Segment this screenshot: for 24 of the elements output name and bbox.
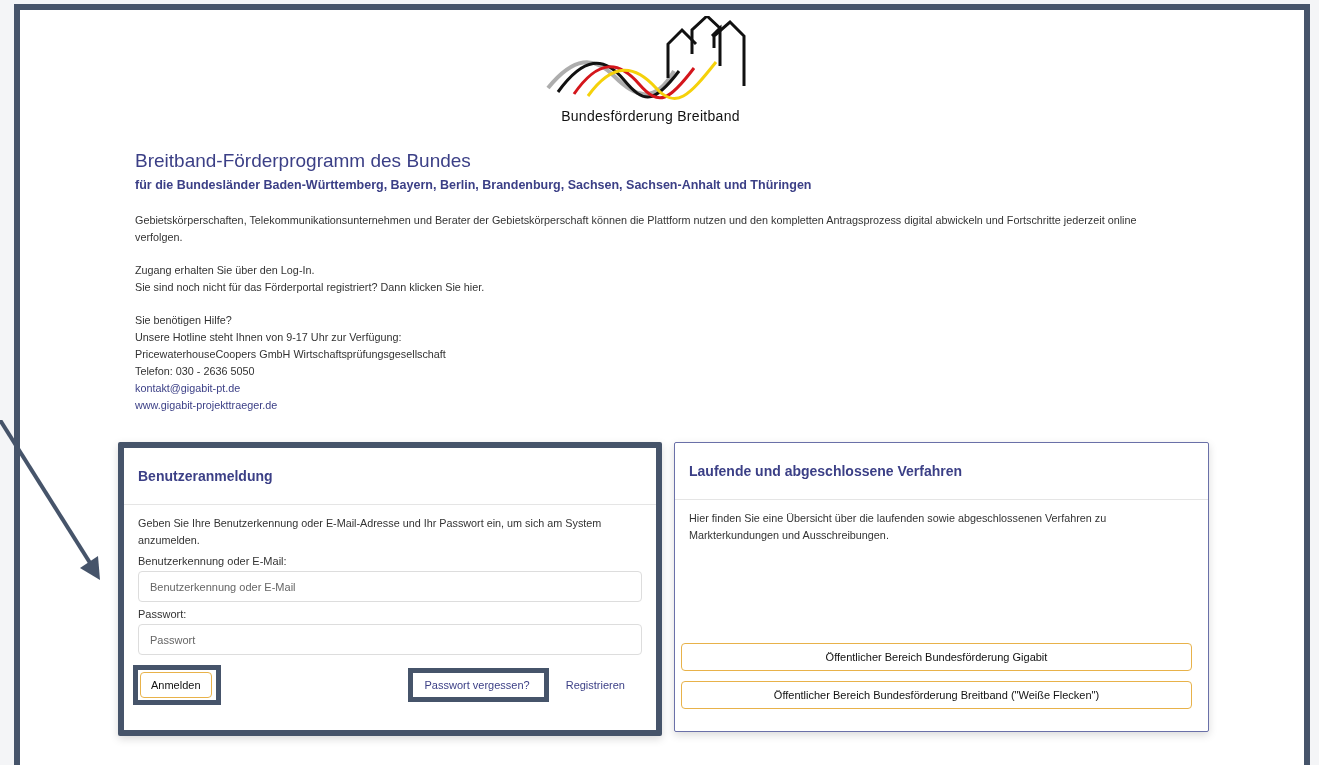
page-title: Breitband-Förderprogramm des Bundes [135,150,472,172]
login-button[interactable]: Anmelden [140,672,212,698]
public-area-button[interactable]: Öffentlicher Bereich Bundesförderung Breitband ("Weiße Flecken") [681,681,1192,709]
logo-text: Bundesförderung Breitband [561,108,740,124]
field-label: Passwort: [138,608,187,620]
info-text: Sie benötigen Hilfe? [135,313,232,328]
link[interactable]: Registrieren [555,675,635,695]
card-description: Geben Sie Ihre Benutzerkennung oder E-Mail-Adresse und Ihr Passwort ein, um sich am System anzumelden. [138,516,603,548]
public-area-button[interactable]: Öffentlicher Bereich Bundesförderung Gigabit [681,643,1192,671]
info-text: Unsere Hotline steht Ihnen von 9-17 Uhr zur Verfügung: [135,330,402,345]
info-text: Sie sind noch nicht für das Förderportal registriert? Dann klicken Sie hier. [135,280,485,295]
info-text: PricewaterhouseCoopers GmbH Wirtschaftsprüfungsgesellschaft [135,347,446,362]
page-subtitle: für die Bundesländer Baden-Württemberg, Bayern, Berlin, Brandenburg, Sachsen, Sachsen-Anhalt und Thüringen [135,178,813,192]
card-description: Hier finden Sie eine Übersicht über die laufenden sowie abgeschlossenen Verfahren zu Markterkundungen und Ausschreibungen. [689,511,1108,543]
link[interactable]: kontakt@gigabit-pt.de [135,380,241,397]
input-field[interactable]: Benutzerkennung oder E-Mail [138,571,642,602]
card-title: Laufende und abgeschlossene Verfahren [689,463,963,479]
info-text: Zugang erhalten Sie über den Log-In. [135,263,315,278]
link[interactable]: www.gigabit-projekttraeger.de [135,397,278,414]
info-text: Gebietskörperschaften, Telekommunikationsunternehmen und Berater der Gebietskörperschaft können die Plattform nutzen und den kompletten Antragsprozess digital abwickeln und Fortschritte jederzeit online verfolgen. [135,213,1138,245]
field-label: Benutzerkennung oder E-Mail: [138,555,287,567]
input-field[interactable]: Passwort [138,624,642,655]
card-title: Benutzeranmeldung [138,468,273,484]
info-text: Telefon: 030 - 2636 5050 [135,364,255,379]
